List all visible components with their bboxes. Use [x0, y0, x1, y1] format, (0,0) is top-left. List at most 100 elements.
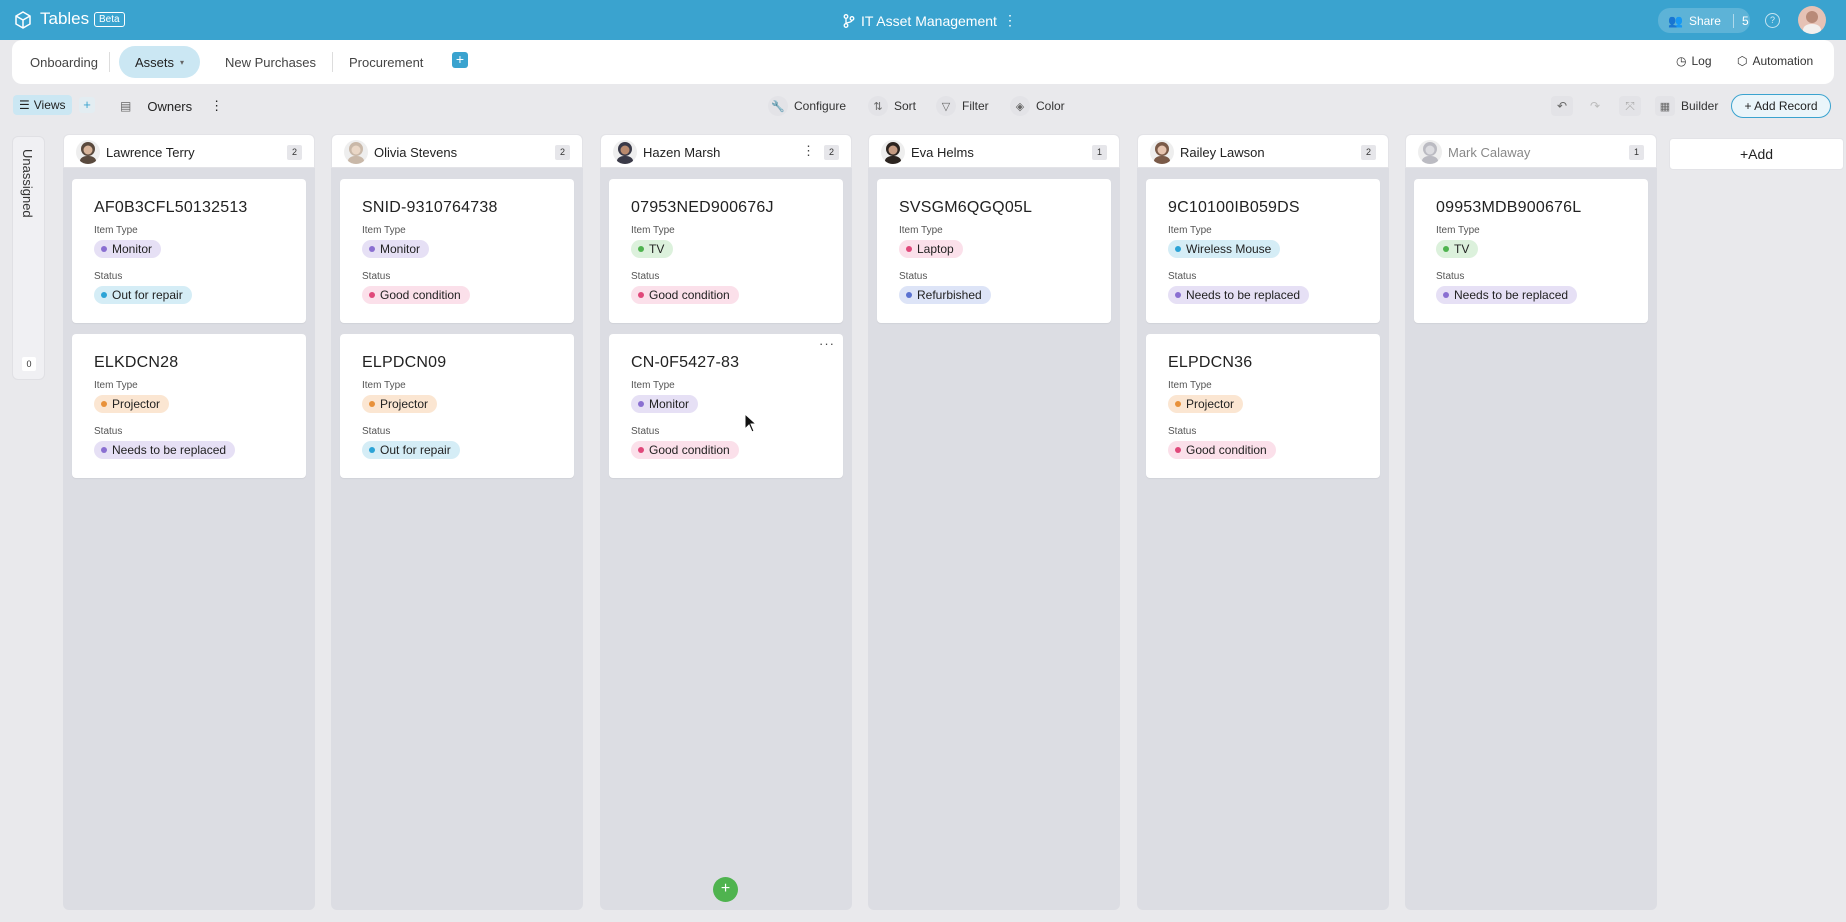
card-more-icon[interactable]: ···: [819, 336, 835, 351]
asset-id: SVSGM6QGQ05L: [899, 199, 1033, 216]
redo-icon[interactable]: ↷: [1584, 96, 1606, 116]
asset-card[interactable]: 9C10100IB059DS Item Type Wireless Mouse …: [1146, 179, 1380, 323]
tab-procurement[interactable]: Procurement: [349, 46, 423, 78]
mouse-cursor-icon: [744, 413, 758, 433]
tab-divider: [332, 52, 333, 72]
sort-label: Sort: [894, 99, 917, 113]
card-count-badge: 1: [1629, 145, 1644, 160]
view-kebab-icon[interactable]: ⋮: [210, 98, 223, 114]
item-type-tag: Monitor: [94, 240, 162, 258]
column-header[interactable]: Mark Calaway 1: [1405, 134, 1657, 168]
owner-avatar: [1150, 140, 1174, 164]
item-type-label: Item Type: [631, 380, 675, 391]
share-button[interactable]: 👥 Share 5: [1658, 8, 1750, 33]
item-type-tag: Projector: [94, 395, 170, 413]
tab-bar: Onboarding Assets ▾ New Purchases Procur…: [12, 40, 1834, 84]
column-kebab-icon[interactable]: ⋮: [802, 143, 815, 159]
kebab-menu-icon[interactable]: ⋮: [1003, 12, 1017, 29]
item-type-tag: Wireless Mouse: [1168, 240, 1281, 258]
sort-button[interactable]: ⇅ Sort: [868, 96, 916, 116]
asset-card[interactable]: SVSGM6QGQ05L Item Type Laptop Status Ref…: [877, 179, 1111, 323]
status-tag: Needs to be replaced: [94, 441, 236, 459]
log-button[interactable]: ◷ Log: [1676, 54, 1712, 68]
asset-card[interactable]: SNID-9310764738 Item Type Monitor Status…: [340, 179, 574, 323]
column-header[interactable]: Railey Lawson 2: [1137, 134, 1389, 168]
builder-label: Builder: [1681, 99, 1719, 113]
asset-card[interactable]: 07953NED900676J Item Type TV Status Good…: [609, 179, 843, 323]
asset-card[interactable]: ELPDCN09 Item Type Projector Status Out …: [340, 334, 574, 478]
status-tag: Needs to be replaced: [1168, 286, 1310, 304]
automation-icon: ⬡: [1737, 54, 1748, 68]
asset-id: 07953NED900676J: [631, 199, 774, 216]
asset-card[interactable]: AF0B3CFL50132513 Item Type Monitor Statu…: [72, 179, 306, 323]
asset-id: ELPDCN09: [362, 354, 447, 371]
status-tag: Refurbished: [899, 286, 991, 304]
asset-id: SNID-9310764738: [362, 199, 498, 216]
color-button[interactable]: ◈ Color: [1010, 96, 1065, 116]
asset-card[interactable]: ··· CN-0F5427-83 Item Type Monitor Statu…: [609, 334, 843, 478]
add-record-button[interactable]: + Add Record: [1731, 94, 1831, 118]
asset-card[interactable]: ELPDCN36 Item Type Projector Status Good…: [1146, 334, 1380, 478]
owner-avatar: [1418, 140, 1442, 164]
beta-badge: Beta: [94, 12, 125, 27]
status-label: Status: [94, 426, 123, 437]
clock-icon: ◷: [1676, 54, 1687, 68]
asset-card[interactable]: 09953MDB900676L Item Type TV Status Need…: [1414, 179, 1648, 323]
asset-id: CN-0F5427-83: [631, 354, 740, 371]
status-label: Status: [1168, 426, 1197, 437]
item-type-label: Item Type: [362, 380, 406, 391]
filter-button[interactable]: ▽ Filter: [936, 96, 989, 116]
item-type-tag: TV: [631, 240, 674, 258]
views-label: Views: [33, 98, 66, 112]
unassigned-column[interactable]: Unassigned 0: [12, 136, 45, 380]
kanban-view-icon: ▤: [120, 99, 132, 113]
undo-icon[interactable]: ↶: [1551, 96, 1573, 116]
collapse-icon[interactable]: ⤧: [1619, 96, 1641, 116]
wrench-icon: 🔧: [768, 96, 788, 116]
status-label: Status: [362, 271, 391, 282]
column-header[interactable]: Hazen Marsh ⋮ 2: [600, 134, 852, 168]
add-tab-button[interactable]: +: [452, 52, 468, 68]
status-tag: Out for repair: [94, 286, 192, 304]
help-icon[interactable]: ?: [1765, 13, 1780, 28]
card-count-badge: 2: [1361, 145, 1376, 160]
add-view-button[interactable]: +: [79, 97, 95, 113]
item-type-label: Item Type: [362, 225, 406, 236]
document-title[interactable]: IT Asset Management ⋮: [843, 12, 1017, 29]
column-header[interactable]: Lawrence Terry 2: [63, 134, 315, 168]
status-label: Status: [362, 426, 391, 437]
status-tag: Good condition: [1168, 441, 1276, 459]
automation-button[interactable]: ⬡ Automation: [1737, 54, 1813, 68]
chevron-down-icon: ▾: [180, 57, 185, 67]
asset-card[interactable]: ELKDCN28 Item Type Projector Status Need…: [72, 334, 306, 478]
tab-onboarding[interactable]: Onboarding: [30, 46, 98, 78]
add-card-button[interactable]: +: [713, 877, 738, 902]
user-avatar[interactable]: [1798, 6, 1826, 34]
item-type-tag: Projector: [1168, 395, 1244, 413]
document-title-text: IT Asset Management: [861, 12, 997, 29]
asset-id: 9C10100IB059DS: [1168, 199, 1300, 216]
tab-new-purchases[interactable]: New Purchases: [225, 46, 316, 78]
owner-column: Olivia Stevens 2 SNID-9310764738 Item Ty…: [331, 134, 583, 910]
views-button[interactable]: ☰ Views: [13, 95, 72, 115]
owner-name: Lawrence Terry: [106, 145, 195, 160]
tab-assets[interactable]: Assets ▾: [119, 46, 201, 78]
owner-name: Mark Calaway: [1448, 145, 1531, 160]
column-header[interactable]: Eva Helms 1: [868, 134, 1120, 168]
owner-column: Railey Lawson 2 9C10100IB059DS Item Type…: [1137, 134, 1389, 910]
configure-button[interactable]: 🔧 Configure: [768, 96, 846, 116]
column-header[interactable]: Olivia Stevens 2: [331, 134, 583, 168]
tab-assets-label: Assets: [135, 54, 175, 70]
add-column-button[interactable]: +Add: [1669, 138, 1844, 170]
current-view-owners[interactable]: ▤ Owners ⋮: [120, 98, 223, 114]
tables-logo-icon[interactable]: [12, 9, 34, 31]
item-type-label: Item Type: [899, 225, 943, 236]
item-type-label: Item Type: [1168, 380, 1212, 391]
filter-icon: ▽: [936, 96, 956, 116]
item-type-label: Item Type: [1436, 225, 1480, 236]
builder-button[interactable]: ▦ Builder: [1655, 96, 1718, 116]
view-name: Owners: [147, 98, 193, 114]
card-count-badge: 2: [824, 145, 839, 160]
configure-label: Configure: [794, 99, 847, 113]
item-type-label: Item Type: [94, 225, 138, 236]
